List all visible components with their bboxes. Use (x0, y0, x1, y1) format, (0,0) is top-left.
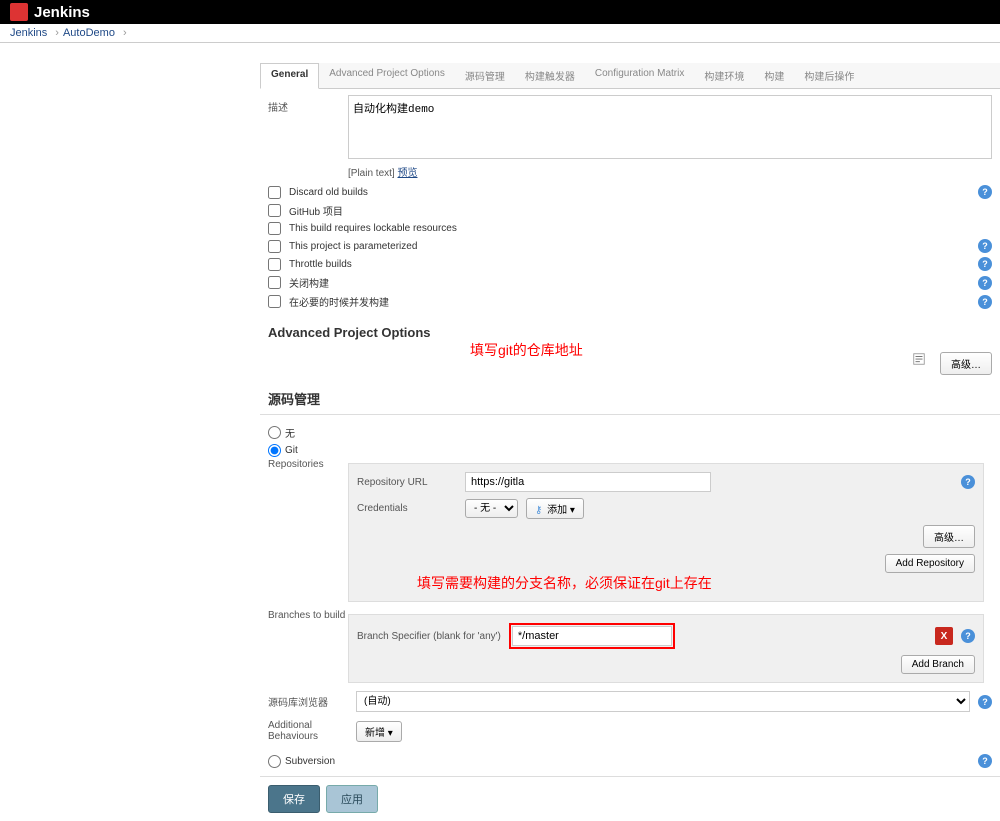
breadcrumb-sep-icon: › (55, 27, 59, 39)
throttle-builds-checkbox[interactable] (268, 258, 281, 271)
scm-git-radio[interactable] (268, 444, 281, 457)
breadcrumb-root[interactable]: Jenkins (10, 27, 47, 39)
help-icon[interactable]: ? (978, 295, 992, 309)
description-label: 描述 (268, 95, 348, 114)
repo-browser-select[interactable]: (自动) (356, 691, 970, 712)
tab-triggers[interactable]: 构建触发器 (515, 63, 585, 88)
scm-none-label: 无 (285, 425, 295, 440)
github-project-label: GitHub 项目 (289, 203, 343, 218)
help-icon[interactable]: ? (978, 239, 992, 253)
branch-specifier-label: Branch Specifier (blank for 'any') (357, 631, 501, 642)
concurrent-build-checkbox[interactable] (268, 295, 281, 308)
tab-buildenv[interactable]: 构建环境 (694, 63, 754, 88)
add-branch-button[interactable]: Add Branch (901, 655, 975, 674)
help-icon[interactable]: ? (961, 629, 975, 643)
config-tabs: General Advanced Project Options 源码管理 构建… (260, 63, 1000, 89)
help-icon[interactable]: ? (978, 695, 992, 709)
add-credentials-button[interactable]: ⚷ 添加 ▾ (526, 498, 584, 519)
plain-text-label: [Plain text] (348, 168, 395, 179)
advanced-section-title: Advanced Project Options (260, 317, 1000, 346)
tab-general[interactable]: General (260, 63, 319, 89)
help-icon[interactable]: ? (978, 185, 992, 199)
github-project-checkbox[interactable] (268, 204, 281, 217)
repo-url-label: Repository URL (357, 477, 457, 488)
parameterized-checkbox[interactable] (268, 240, 281, 253)
concurrent-build-label: 在必要的时候并发构建 (289, 294, 389, 309)
tab-postbuild[interactable]: 构建后操作 (794, 63, 864, 88)
branch-specifier-input[interactable] (512, 626, 672, 646)
repositories-label: Repositories (268, 459, 348, 606)
tab-advanced[interactable]: Advanced Project Options (319, 63, 455, 88)
credentials-label: Credentials (357, 503, 457, 514)
tab-build[interactable]: 构建 (754, 63, 794, 88)
description-textarea[interactable]: 自动化构建demo (348, 95, 992, 159)
discard-old-builds-label: Discard old builds (289, 187, 368, 198)
close-build-checkbox[interactable] (268, 276, 281, 289)
lockable-resources-label: This build requires lockable resources (289, 223, 457, 234)
key-icon: ⚷ (535, 505, 542, 516)
notepad-icon (912, 352, 926, 366)
scm-git-label: Git (285, 445, 298, 456)
annotation-branch: 填写需要构建的分支名称，必须保证在git上存在 (417, 573, 1000, 593)
main-content: General Advanced Project Options 源码管理 构建… (0, 63, 1000, 821)
parameterized-label: This project is parameterized (289, 241, 417, 252)
scm-subversion-label: Subversion (285, 756, 335, 767)
general-section: 描述 自动化构建demo [Plain text] 预览 Discard old… (260, 89, 1000, 317)
throttle-builds-label: Throttle builds (289, 259, 352, 270)
additional-behaviours-label: Additional Behaviours (268, 720, 348, 742)
help-icon[interactable]: ? (978, 257, 992, 271)
repo-url-input[interactable] (465, 472, 711, 492)
annotation-box (509, 623, 675, 649)
help-icon[interactable]: ? (978, 754, 992, 768)
breadcrumb-item[interactable]: AutoDemo (63, 27, 115, 39)
jenkins-logo-icon (10, 3, 28, 21)
preview-link[interactable]: 预览 (397, 168, 417, 179)
discard-old-builds-checkbox[interactable] (268, 186, 281, 199)
scm-section-title: 源码管理 (260, 381, 1000, 415)
help-icon[interactable]: ? (978, 276, 992, 290)
close-build-label: 关闭构建 (289, 275, 329, 290)
scm-subversion-radio[interactable] (268, 755, 281, 768)
apply-button[interactable]: 应用 (326, 785, 378, 813)
repo-browser-label: 源码库浏览器 (268, 694, 348, 709)
lockable-resources-checkbox[interactable] (268, 222, 281, 235)
topbar-title: Jenkins (34, 4, 90, 21)
tab-matrix[interactable]: Configuration Matrix (585, 63, 694, 88)
scm-none-radio[interactable] (268, 426, 281, 439)
advanced-repo-button[interactable]: 高级… (923, 525, 975, 548)
credentials-select[interactable]: - 无 - (465, 499, 518, 518)
help-icon[interactable]: ? (961, 475, 975, 489)
advanced-button[interactable]: 高级… (940, 352, 992, 375)
save-button[interactable]: 保存 (268, 785, 320, 813)
delete-branch-button[interactable]: X (935, 627, 953, 645)
additional-behaviours-add-button[interactable]: 新增 ▾ (356, 721, 402, 742)
breadcrumb: Jenkins › AutoDemo › (0, 24, 1000, 43)
breadcrumb-sep-icon: › (123, 27, 127, 39)
topbar: Jenkins (0, 0, 1000, 24)
branches-label: Branches to build (268, 610, 348, 687)
add-repository-button[interactable]: Add Repository (885, 554, 975, 573)
tab-scm[interactable]: 源码管理 (455, 63, 515, 88)
